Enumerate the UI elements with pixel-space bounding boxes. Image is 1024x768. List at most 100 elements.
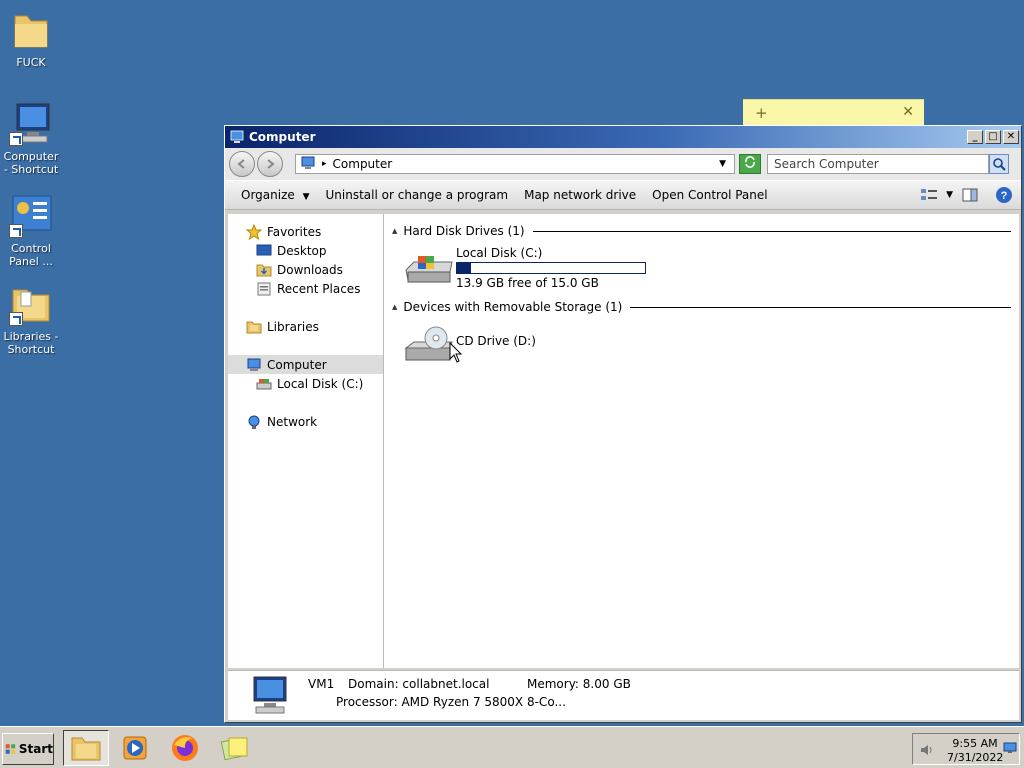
refresh-button[interactable] (739, 154, 761, 174)
forward-button[interactable] (257, 151, 283, 177)
taskbar-explorer-button[interactable] (63, 730, 109, 766)
cd-drive-icon (404, 326, 454, 366)
breadcrumb-separator[interactable]: ▸ (322, 159, 327, 169)
svg-text:?: ? (1001, 190, 1008, 202)
explorer-folder-icon (71, 737, 101, 761)
group-header-hard-disks[interactable]: ▲ Hard Disk Drives (1) (392, 222, 1011, 240)
drive-name: Local Disk (C:) (456, 246, 543, 260)
desktop-icon-control-panel[interactable]: Control Panel ... (0, 192, 62, 268)
refresh-icon (745, 156, 755, 168)
clock-time[interactable]: 9:55 AM (947, 737, 1003, 750)
system-tray: 9:55 AM 7/31/2022 (912, 733, 1020, 765)
view-options-icon (921, 189, 938, 200)
desktop-icon-folder[interactable]: FUCK (0, 6, 62, 69)
downloads-folder-icon (256, 262, 272, 278)
help-button[interactable]: ? (995, 186, 1013, 204)
network-icon (246, 414, 262, 430)
nav-label: Local Disk (C:) (277, 376, 364, 391)
taskbar-firefox-button[interactable] (162, 730, 208, 766)
group-title: Devices with Removable Storage (1) (403, 300, 623, 314)
folder-icon (7, 6, 55, 54)
nav-item-local-disk[interactable]: Local Disk (C:) (228, 374, 383, 393)
maximize-button[interactable]: □ (985, 130, 1001, 144)
computer-icon (300, 156, 316, 173)
desktop-icon-libraries-shortcut[interactable]: Libraries - Shortcut (0, 280, 62, 356)
help-icon: ? (996, 187, 1012, 203)
group-title: Hard Disk Drives (1) (403, 224, 525, 238)
sticky-note[interactable]: + ✕ (743, 99, 924, 125)
explorer-window: Computer _ □ ✕ ▸ Computer ▼ Search Compu… (224, 125, 1022, 723)
nav-gap (228, 393, 383, 412)
drive-name: CD Drive (D:) (456, 334, 536, 348)
local-disk-icon (256, 376, 272, 392)
drive-info: CD Drive (D:) (456, 320, 536, 348)
search-icon (993, 158, 1006, 171)
minimize-button[interactable]: _ (967, 130, 983, 144)
control-panel-icon (7, 192, 55, 240)
drive-info: Local Disk (C:) 13.9 GB free of 15.0 GB (456, 244, 646, 290)
back-button[interactable] (229, 151, 255, 177)
address-dropdown-icon[interactable]: ▼ (719, 159, 726, 169)
group-header-removable[interactable]: ▲ Devices with Removable Storage (1) (392, 298, 1011, 316)
drive-item-d[interactable]: CD Drive (D:) (392, 316, 1011, 374)
desktop-icon-computer-shortcut[interactable]: Computer - Shortcut (0, 100, 62, 176)
libraries-icon (7, 280, 55, 328)
main-pane: ▲ Hard Disk Drives (1) Local Disk (C:) 1… (384, 214, 1019, 668)
taskbar: Start 9:55 AM 7/31/2022 (0, 726, 1024, 768)
drive-free-space: 13.9 GB free of 15.0 GB (456, 276, 599, 290)
organize-label: Organize (241, 188, 295, 202)
organize-button[interactable]: Organize ▼ (241, 188, 310, 202)
nav-gap (228, 336, 383, 355)
title-bar[interactable]: Computer _ □ ✕ (225, 126, 1021, 148)
search-input[interactable]: Search Computer (767, 154, 989, 174)
star-icon (245, 223, 263, 240)
arrow-right-icon (267, 159, 275, 169)
nav-item-desktop[interactable]: Desktop (228, 241, 383, 260)
nav-item-network[interactable]: Network (228, 412, 383, 431)
preview-pane-icon (962, 188, 978, 202)
disk-usage-bar (456, 262, 646, 274)
computer-icon (229, 130, 245, 144)
start-button[interactable]: Start (2, 733, 54, 765)
nav-label: Recent Places (277, 281, 361, 296)
sticky-notes-icon (220, 737, 248, 761)
nav-item-libraries[interactable]: Libraries (228, 317, 383, 336)
search-button[interactable] (989, 154, 1009, 174)
map-network-drive-button[interactable]: Map network drive (524, 188, 636, 202)
preview-pane-button[interactable] (961, 186, 979, 204)
computer-name: VM1 (308, 677, 335, 691)
change-view-button[interactable] (920, 186, 938, 204)
drive-item-c[interactable]: Local Disk (C:) 13.9 GB free of 15.0 GB (392, 240, 1011, 298)
content-area: Favorites Desktop Downloads Recent Place… (228, 214, 1019, 668)
open-control-panel-button[interactable]: Open Control Panel (652, 188, 767, 202)
add-note-button[interactable]: + (755, 104, 768, 122)
close-button[interactable]: ✕ (1003, 130, 1019, 144)
start-label: Start (18, 742, 53, 756)
nav-item-computer[interactable]: Computer (228, 355, 383, 374)
hard-drive-icon (404, 250, 454, 290)
view-dropdown-icon[interactable]: ▼ (946, 190, 953, 200)
desktop-icon-label: Control Panel ... (9, 242, 53, 268)
shortcut-arrow-icon (9, 132, 23, 146)
group-divider (532, 230, 1011, 232)
nav-item-recent-places[interactable]: Recent Places (228, 279, 383, 298)
breadcrumb-computer[interactable]: Computer (333, 157, 720, 171)
nav-label: Favorites (267, 224, 322, 239)
close-note-button[interactable]: ✕ (902, 104, 914, 120)
navigation-pane: Favorites Desktop Downloads Recent Place… (228, 214, 384, 668)
clock-date[interactable]: 7/31/2022 (947, 751, 1003, 764)
taskbar-media-player-button[interactable] (112, 730, 158, 766)
nav-item-favorites[interactable]: Favorites (228, 222, 383, 241)
windows-logo-icon (5, 744, 16, 754)
uninstall-program-button[interactable]: Uninstall or change a program (326, 188, 509, 202)
speaker-icon[interactable] (919, 742, 935, 758)
libraries-icon (246, 319, 262, 335)
address-bar[interactable]: ▸ Computer ▼ (295, 154, 735, 174)
computer-icon (246, 357, 262, 373)
network-status-icon[interactable] (1003, 742, 1017, 754)
computer-icon (246, 675, 294, 717)
firefox-icon (172, 735, 198, 761)
desktop-icon-label: FUCK (16, 56, 46, 69)
nav-item-downloads[interactable]: Downloads (228, 260, 383, 279)
taskbar-sticky-notes-button[interactable] (212, 730, 258, 766)
